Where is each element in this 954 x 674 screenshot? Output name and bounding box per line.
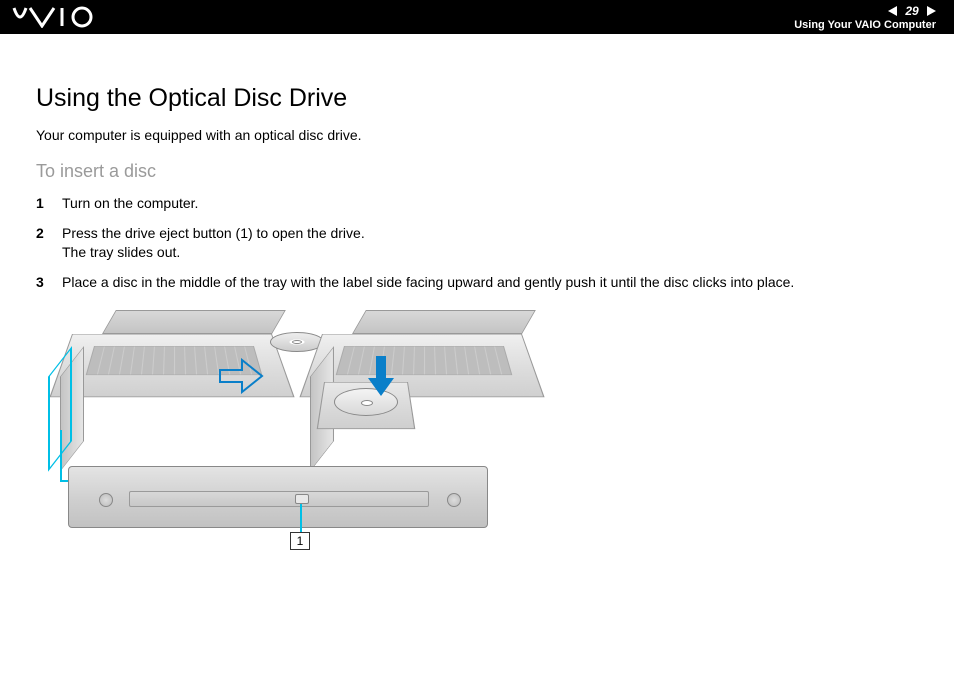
- vaio-logo: [12, 6, 132, 28]
- section-name: Using Your VAIO Computer: [794, 19, 936, 31]
- down-arrow-icon: [366, 354, 396, 398]
- step-item: Turn on the computer.: [36, 194, 918, 214]
- page-content: Using the Optical Disc Drive Your comput…: [0, 34, 954, 560]
- step-text: Press the drive eject button (1) to open…: [62, 224, 918, 263]
- header-right: 29 Using Your VAIO Computer: [794, 4, 936, 31]
- step-item: Place a disc in the middle of the tray w…: [36, 273, 918, 293]
- cyan-leader-line: [300, 504, 302, 532]
- insert-arrow-icon: [218, 358, 264, 394]
- page-title: Using the Optical Disc Drive: [36, 84, 918, 113]
- port-icon: [447, 493, 461, 507]
- intro-text: Your computer is equipped with an optica…: [36, 127, 918, 143]
- page-header: 29 Using Your VAIO Computer: [0, 0, 954, 34]
- step-text: Turn on the computer.: [62, 194, 918, 214]
- cyan-leader-line: [60, 430, 62, 480]
- step-text: Place a disc in the middle of the tray w…: [62, 273, 918, 293]
- steps-list: Turn on the computer. Press the drive ej…: [36, 194, 918, 292]
- drive-slot-illustration: [129, 491, 429, 507]
- prev-page-arrow-icon[interactable]: [888, 6, 897, 16]
- drive-closeup-illustration: [68, 466, 488, 528]
- eject-button-illustration: [295, 494, 309, 504]
- page-nav: 29: [794, 4, 936, 18]
- step-item: Press the drive eject button (1) to open…: [36, 224, 918, 263]
- page-number: 29: [903, 4, 921, 18]
- port-icon: [99, 493, 113, 507]
- callout-label: 1: [290, 532, 310, 550]
- subheading: To insert a disc: [36, 161, 918, 182]
- disc-drive-illustration: 1: [62, 310, 522, 560]
- next-page-arrow-icon[interactable]: [927, 6, 936, 16]
